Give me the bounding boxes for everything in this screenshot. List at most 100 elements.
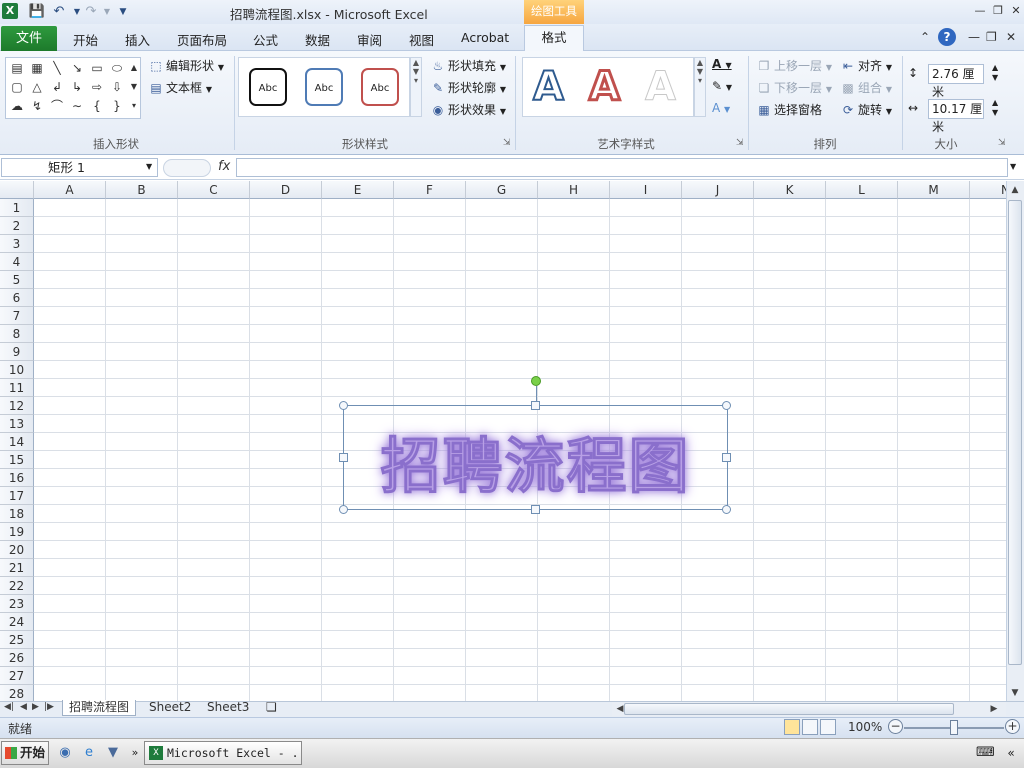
row-header[interactable]: 19 — [0, 523, 34, 541]
tab-acrobat[interactable]: Acrobat — [461, 30, 509, 45]
undo-icon[interactable]: ↶ — [50, 3, 68, 21]
shape-width-spinner[interactable]: ▲ ▼ — [992, 98, 998, 118]
tab-data[interactable]: 数据 — [305, 30, 330, 49]
row-header[interactable]: 13 — [0, 415, 34, 433]
column-header[interactable]: C — [178, 181, 250, 199]
formula-expand-icon[interactable]: ▼ — [1010, 162, 1016, 171]
scroll-up-icon[interactable]: ▲ — [1007, 182, 1023, 198]
column-header[interactable]: N — [970, 181, 1006, 199]
vertical-textbox-shape-icon[interactable]: ▦ — [28, 59, 46, 77]
row-header[interactable]: 17 — [0, 487, 34, 505]
zoom-slider-thumb[interactable] — [950, 720, 958, 735]
shape-style-blue[interactable]: Abc — [305, 68, 343, 106]
rectangle-shape-icon[interactable]: ▭ — [88, 59, 106, 77]
shape-styles-scroll-icon[interactable]: ▲ ▼ ▾ — [410, 57, 422, 117]
resize-handle-left[interactable] — [339, 453, 348, 462]
shapes-gallery[interactable]: ▤ ▦ ╲ ↘ ▭ ⬭ ▢ △ ↲ ↳ ⇨ ⇩ ☁ ↯ ⌒ ∼ { } ▲ ▼ … — [5, 57, 141, 119]
row-header[interactable]: 10 — [0, 361, 34, 379]
restore-icon[interactable]: ❐ — [990, 3, 1006, 19]
sheet-tab-sheet2[interactable]: Sheet2 — [143, 700, 197, 716]
start-button[interactable]: 开始 — [1, 741, 49, 765]
minimize-ribbon-icon[interactable]: ⌃ — [920, 30, 930, 44]
scroll-down-icon[interactable]: ▼ — [1007, 685, 1023, 701]
row-header[interactable]: 9 — [0, 343, 34, 361]
name-box-dropdown-icon[interactable]: ▼ — [146, 162, 152, 171]
tab-insert[interactable]: 插入 — [125, 30, 150, 49]
shape-effects-button[interactable]: ◉ 形状效果 ▼ — [430, 101, 506, 118]
quicklaunch-more-icon[interactable]: » — [126, 744, 144, 762]
column-header[interactable]: K — [754, 181, 826, 199]
row-header[interactable]: 26 — [0, 649, 34, 667]
gallery-scroll-down-icon[interactable]: ▼ — [128, 78, 140, 96]
column-header[interactable]: I — [610, 181, 682, 199]
right-arrow-shape-icon[interactable]: ⇨ — [88, 78, 106, 96]
taskbar-excel-window[interactable]: X Microsoft Excel - ... — [144, 741, 302, 765]
column-header[interactable]: H — [538, 181, 610, 199]
excel-app-icon[interactable]: X — [2, 3, 18, 19]
row-header[interactable]: 28 — [0, 685, 34, 702]
wordart-styles-scroll-icon[interactable]: ▲ ▼ ▾ — [694, 57, 706, 117]
gallery-scroll-up-icon[interactable]: ▲ — [128, 59, 140, 77]
zoom-in-button[interactable]: + — [1005, 719, 1020, 734]
next-sheet-icon[interactable]: ▶ — [32, 702, 39, 712]
doc-minimize-icon[interactable]: — — [968, 30, 980, 44]
resize-handle-top[interactable] — [531, 401, 540, 410]
text-effects-icon[interactable]: A ▼ — [712, 101, 730, 115]
rounded-rectangle-shape-icon[interactable]: ▢ — [8, 78, 26, 96]
triangle-shape-icon[interactable]: △ — [28, 78, 46, 96]
textbox-shape-icon[interactable]: ▤ — [8, 59, 26, 77]
prev-sheet-icon[interactable]: ◀ — [20, 702, 27, 712]
tab-page-layout[interactable]: 页面布局 — [177, 30, 227, 49]
tab-file[interactable]: 文件 — [1, 26, 57, 51]
row-header[interactable]: 8 — [0, 325, 34, 343]
keyboard-tray-icon[interactable]: ⌨ — [976, 744, 995, 762]
doc-restore-icon[interactable]: ❐ — [986, 30, 997, 44]
formula-expand-slider[interactable] — [163, 159, 211, 177]
text-outline-icon[interactable]: ✎ ▼ — [712, 79, 732, 93]
shape-outline-button[interactable]: ✎ 形状轮廓 ▼ — [430, 79, 506, 96]
row-header[interactable]: 21 — [0, 559, 34, 577]
resize-handle-bottom[interactable] — [531, 505, 540, 514]
bring-forward-button[interactable]: ❐ 上移一层 ▼ — [756, 57, 832, 74]
quicklaunch-app-icon[interactable]: ◉ — [56, 744, 74, 762]
left-brace-shape-icon[interactable]: { — [88, 97, 106, 115]
wordart-style-blue-outline[interactable]: A — [532, 63, 565, 111]
text-box-button[interactable]: ▤ 文本框 ▼ — [148, 79, 212, 96]
name-box[interactable]: 矩形 1 — [1, 158, 158, 177]
page-layout-view-button[interactable] — [802, 719, 818, 735]
column-header[interactable]: M — [898, 181, 970, 199]
tab-review[interactable]: 审阅 — [357, 30, 382, 49]
row-header[interactable]: 11 — [0, 379, 34, 397]
row-header[interactable]: 4 — [0, 253, 34, 271]
row-header[interactable]: 23 — [0, 595, 34, 613]
quicklaunch-tool-icon[interactable]: ▼ — [104, 744, 122, 762]
gallery-more-icon[interactable]: ▾ — [128, 97, 140, 115]
scroll-right-icon[interactable]: ▶ — [986, 701, 1002, 717]
row-header[interactable]: 24 — [0, 613, 34, 631]
formula-input[interactable] — [236, 158, 1008, 177]
close-icon[interactable]: ✕ — [1008, 3, 1024, 19]
insert-sheet-icon[interactable]: ❏ — [260, 700, 283, 716]
text-fill-icon[interactable]: A ▼ — [712, 57, 732, 71]
curve-shape-icon[interactable]: ∼ — [68, 97, 86, 115]
sheet-tab-sheet3[interactable]: Sheet3 — [201, 700, 255, 716]
resize-handle-top-right[interactable] — [722, 401, 731, 410]
wordart-styles-gallery[interactable]: A A A — [522, 57, 694, 117]
group-button[interactable]: ▩ 组合 ▼ — [840, 79, 892, 96]
shape-style-red[interactable]: Abc — [361, 68, 399, 106]
row-header[interactable]: 6 — [0, 289, 34, 307]
shape-styles-gallery[interactable]: Abc Abc Abc — [238, 57, 410, 117]
rotation-handle[interactable] — [531, 376, 541, 386]
cloud-shape-icon[interactable]: ☁ — [8, 97, 26, 115]
column-header[interactable]: G — [466, 181, 538, 199]
shape-style-black[interactable]: Abc — [249, 68, 287, 106]
tab-view[interactable]: 视图 — [409, 30, 434, 49]
oval-shape-icon[interactable]: ⬭ — [108, 59, 126, 77]
minimize-icon[interactable]: — — [972, 3, 988, 19]
shape-width-input[interactable]: 10.17 厘米 — [928, 99, 984, 134]
row-header[interactable]: 20 — [0, 541, 34, 559]
row-header[interactable]: 16 — [0, 469, 34, 487]
shape-height-spinner[interactable]: ▲ ▼ — [992, 63, 998, 83]
column-header[interactable]: A — [34, 181, 106, 199]
doc-close-icon[interactable]: ✕ — [1006, 30, 1016, 44]
